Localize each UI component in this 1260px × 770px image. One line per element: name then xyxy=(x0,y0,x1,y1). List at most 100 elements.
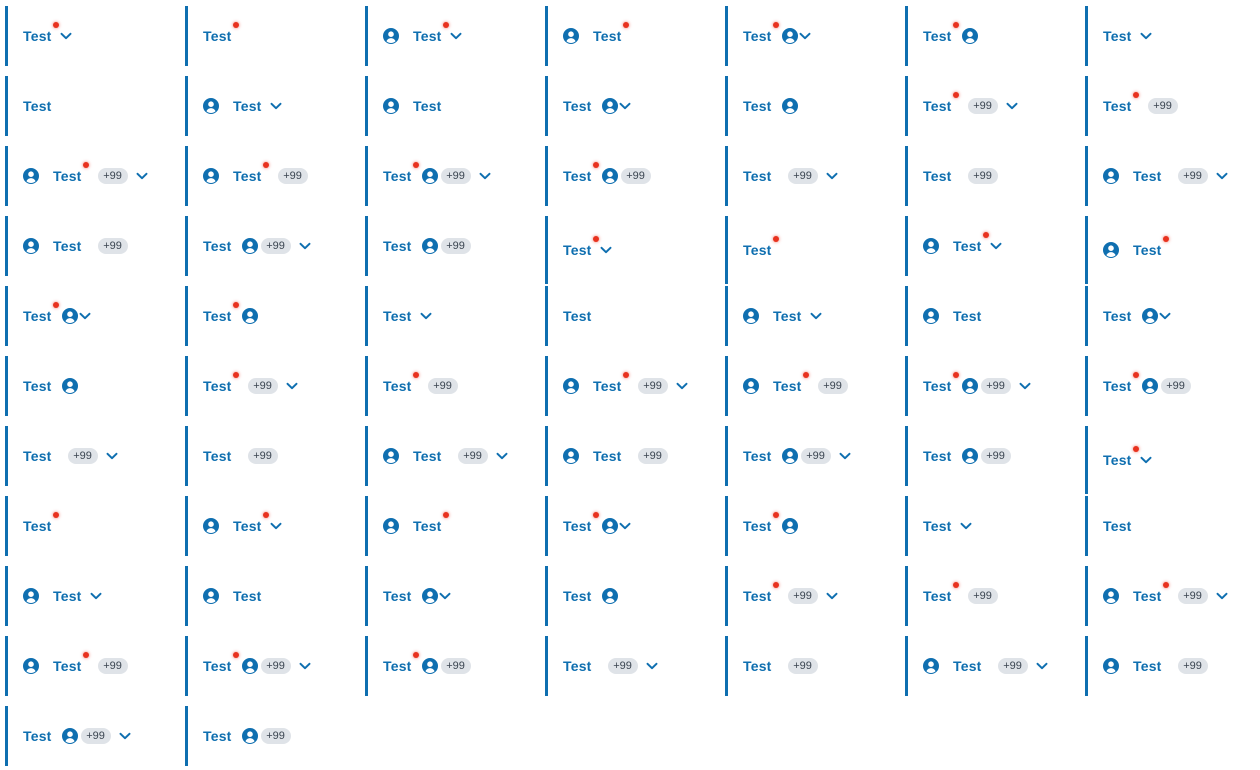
tab-item[interactable]: Test +99 xyxy=(905,426,1055,486)
tab-item[interactable]: Test +99 xyxy=(545,146,695,206)
chevron-down-icon[interactable] xyxy=(619,100,631,112)
chevron-down-icon[interactable] xyxy=(1216,170,1228,182)
tab-item[interactable]: Test +99 xyxy=(725,426,875,486)
chevron-down-icon[interactable] xyxy=(106,450,118,462)
chevron-down-icon[interactable] xyxy=(270,520,282,532)
tab-item[interactable]: Test xyxy=(545,286,695,346)
tab-item[interactable]: Test xyxy=(5,76,155,136)
tab-item[interactable]: Test +99 xyxy=(365,426,515,486)
tab-item[interactable]: Test xyxy=(545,496,695,556)
chevron-down-icon[interactable] xyxy=(1019,380,1031,392)
chevron-down-icon[interactable] xyxy=(960,520,972,532)
tab-item[interactable]: Test +99 xyxy=(185,146,335,206)
tab-item[interactable]: Test xyxy=(725,216,875,284)
tab-item[interactable]: Test xyxy=(905,216,1055,276)
chevron-down-icon[interactable] xyxy=(826,590,838,602)
tab-item[interactable]: Test +99 xyxy=(545,636,695,696)
chevron-down-icon[interactable] xyxy=(119,730,131,742)
tab-item[interactable]: Test +99 xyxy=(905,356,1055,416)
tab-item[interactable]: Test xyxy=(725,76,875,136)
chevron-down-icon[interactable] xyxy=(286,380,298,392)
tab-item[interactable]: Test xyxy=(905,286,1055,346)
tab-item[interactable]: Test +99 xyxy=(185,216,335,276)
tab-item[interactable]: Test +99 xyxy=(725,566,875,626)
tab-item[interactable]: Test xyxy=(365,286,515,346)
tab-item[interactable]: Test xyxy=(545,76,695,136)
tab-item[interactable]: Test xyxy=(185,286,335,346)
tab-item[interactable]: Test +99 xyxy=(905,76,1055,136)
tab-item[interactable]: Test +99 xyxy=(1085,146,1235,206)
chevron-down-icon[interactable] xyxy=(600,244,612,256)
tab-item[interactable]: Test xyxy=(365,6,515,66)
tab-item[interactable]: Test +99 xyxy=(1085,356,1235,416)
tab-item[interactable]: Test xyxy=(725,286,875,346)
tab-item[interactable]: Test xyxy=(365,76,515,136)
tab-item[interactable]: Test +99 xyxy=(905,566,1055,626)
chevron-down-icon[interactable] xyxy=(299,240,311,252)
tab-item[interactable]: Test xyxy=(1085,286,1235,346)
tab-item[interactable]: Test xyxy=(365,496,515,556)
tab-item[interactable]: Test +99 xyxy=(725,636,875,696)
chevron-down-icon[interactable] xyxy=(420,310,432,322)
tab-item[interactable]: Test +99 xyxy=(5,216,155,276)
tab-item[interactable]: Test +99 xyxy=(185,356,335,416)
tab-item[interactable]: Test xyxy=(905,496,1055,556)
tab-item[interactable]: Test xyxy=(185,496,335,556)
tab-item[interactable]: Test +99 xyxy=(545,426,695,486)
tab-item[interactable]: Test xyxy=(185,6,335,66)
tab-item[interactable]: Test xyxy=(1085,216,1235,284)
tab-item[interactable]: Test +99 xyxy=(185,706,335,766)
tab-item[interactable]: Test +99 xyxy=(1085,76,1235,136)
tab-item[interactable]: Test xyxy=(185,76,335,136)
chevron-down-icon[interactable] xyxy=(990,240,1002,252)
tab-item[interactable]: Test +99 xyxy=(545,356,695,416)
chevron-down-icon[interactable] xyxy=(839,450,851,462)
tab-item[interactable]: Test xyxy=(725,496,875,556)
chevron-down-icon[interactable] xyxy=(1006,100,1018,112)
tab-item[interactable]: Test xyxy=(545,6,695,66)
chevron-down-icon[interactable] xyxy=(136,170,148,182)
tab-item[interactable]: Test +99 xyxy=(185,636,335,696)
tab-item[interactable]: Test +99 xyxy=(725,356,875,416)
tab-item[interactable]: Test +99 xyxy=(365,356,515,416)
chevron-down-icon[interactable] xyxy=(646,660,658,672)
tab-item[interactable]: Test xyxy=(545,216,695,284)
chevron-down-icon[interactable] xyxy=(619,520,631,532)
tab-item[interactable]: Test xyxy=(185,566,335,626)
chevron-down-icon[interactable] xyxy=(1140,454,1152,466)
tab-item[interactable]: Test +99 xyxy=(5,706,155,766)
tab-item[interactable]: Test xyxy=(725,6,875,66)
tab-item[interactable]: Test xyxy=(905,6,1055,66)
chevron-down-icon[interactable] xyxy=(299,660,311,672)
tab-item[interactable]: Test xyxy=(365,566,515,626)
chevron-down-icon[interactable] xyxy=(676,380,688,392)
tab-item[interactable]: Test xyxy=(5,6,155,66)
tab-item[interactable]: Test +99 xyxy=(185,426,335,486)
chevron-down-icon[interactable] xyxy=(1216,590,1228,602)
tab-item[interactable]: Test +99 xyxy=(725,146,875,206)
tab-item[interactable]: Test xyxy=(545,566,695,626)
chevron-down-icon[interactable] xyxy=(1036,660,1048,672)
tab-item[interactable]: Test +99 xyxy=(905,146,1055,206)
chevron-down-icon[interactable] xyxy=(479,170,491,182)
tab-item[interactable]: Test xyxy=(1085,426,1235,494)
chevron-down-icon[interactable] xyxy=(1140,30,1152,42)
tab-item[interactable]: Test +99 xyxy=(365,636,515,696)
tab-item[interactable]: Test +99 xyxy=(5,146,155,206)
tab-item[interactable]: Test xyxy=(5,356,155,416)
tab-item[interactable]: Test +99 xyxy=(1085,566,1235,626)
tab-item[interactable]: Test +99 xyxy=(365,146,515,206)
chevron-down-icon[interactable] xyxy=(60,30,72,42)
tab-item[interactable]: Test +99 xyxy=(5,636,155,696)
tab-item[interactable]: Test +99 xyxy=(365,216,515,276)
chevron-down-icon[interactable] xyxy=(826,170,838,182)
chevron-down-icon[interactable] xyxy=(270,100,282,112)
tab-item[interactable]: Test +99 xyxy=(5,426,155,486)
tab-item[interactable]: Test xyxy=(5,286,155,346)
tab-item[interactable]: Test +99 xyxy=(905,636,1055,696)
chevron-down-icon[interactable] xyxy=(79,310,91,322)
tab-item[interactable]: Test +99 xyxy=(1085,636,1235,696)
tab-item[interactable]: Test xyxy=(5,566,155,626)
tab-item[interactable]: Test xyxy=(1085,6,1235,66)
chevron-down-icon[interactable] xyxy=(90,590,102,602)
